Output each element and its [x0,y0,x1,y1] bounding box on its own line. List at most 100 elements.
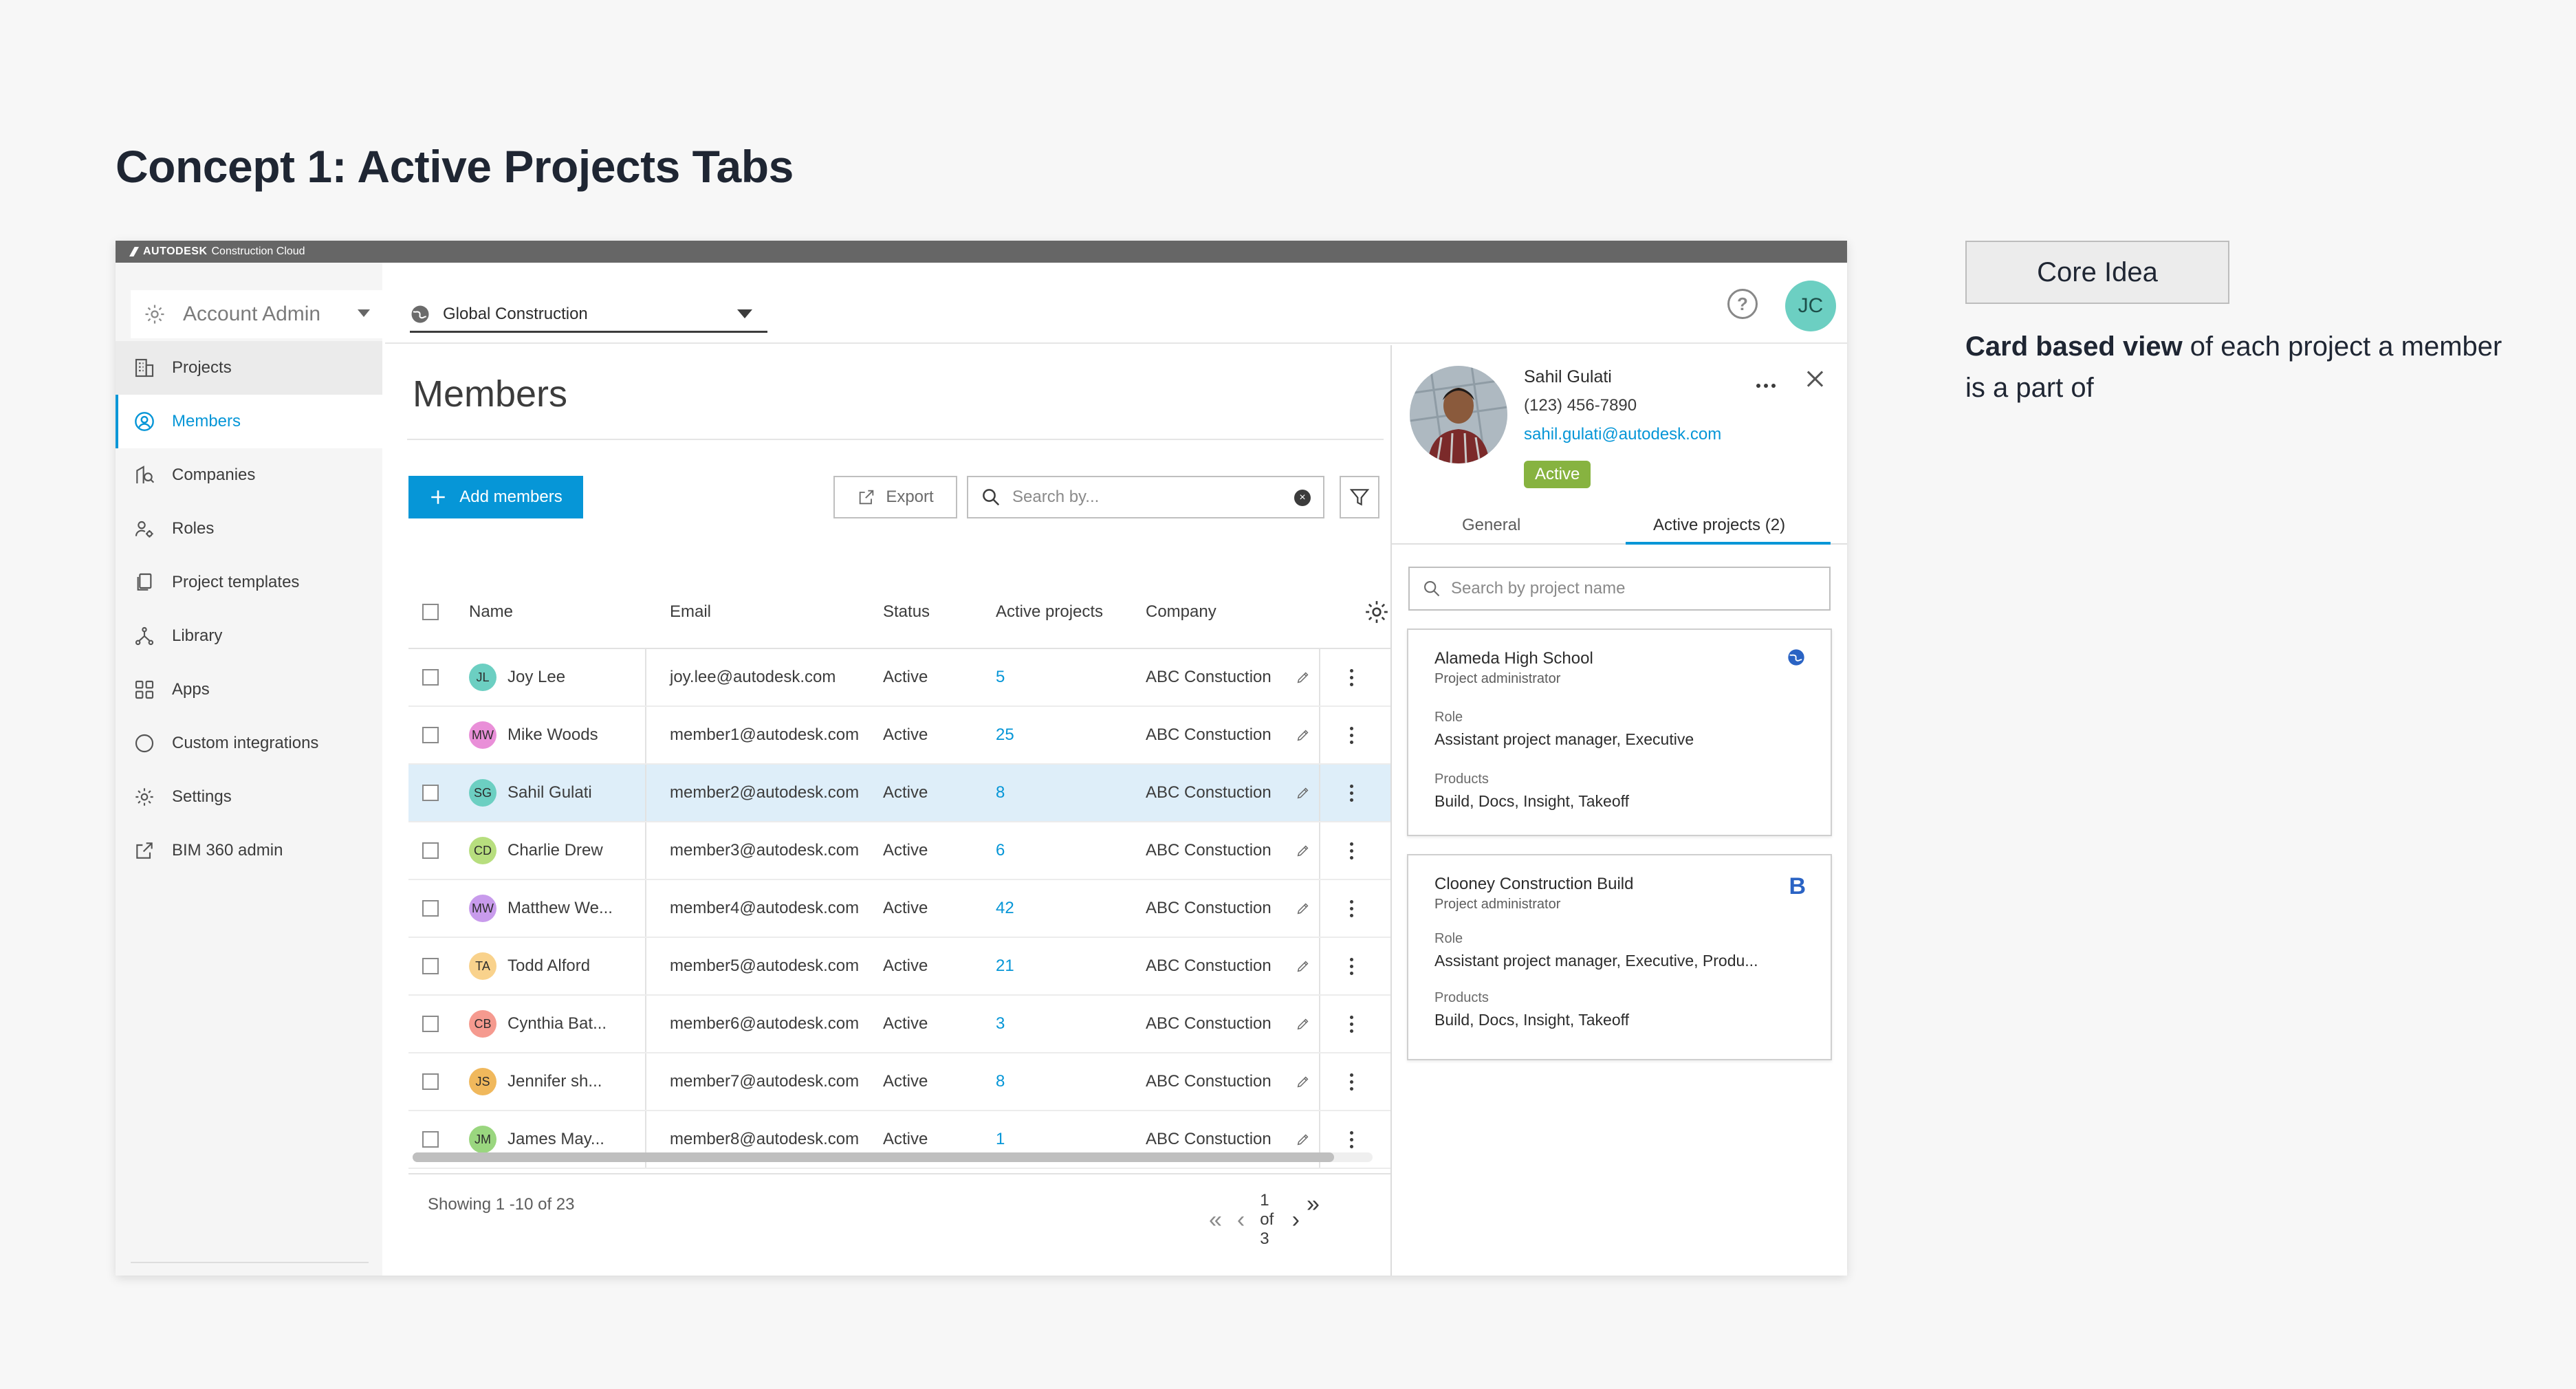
horizontal-scrollbar[interactable] [413,1152,1373,1162]
table-row[interactable]: MW Matthew We... member4@autodesk.com Activ… [408,880,1390,938]
active-projects-link[interactable]: 1 [996,1130,1146,1149]
member-name-cell[interactable]: Charlie Drew [507,841,603,860]
column-settings-icon[interactable] [1363,598,1390,629]
table-footer-divider [408,1173,1390,1174]
column-header-email[interactable]: Email [646,602,883,622]
row-more-icon[interactable] [1320,1073,1382,1091]
table-row[interactable]: JS Jennifer sh... member7@autodesk.com Acti… [408,1053,1390,1111]
row-checkbox[interactable] [422,1016,439,1032]
active-projects-link[interactable]: 42 [996,899,1146,918]
row-checkbox[interactable] [422,785,439,801]
row-checkbox[interactable] [422,900,439,917]
active-projects-link[interactable]: 8 [996,1072,1146,1091]
sidebar-item-project-templates[interactable]: Project templates [116,556,382,609]
row-more-icon[interactable] [1320,842,1382,860]
active-projects-link[interactable]: 25 [996,725,1146,745]
project-selector[interactable]: Global Construction [410,297,767,333]
member-initials-avatar: JS [469,1068,496,1095]
member-name-cell[interactable]: James May... [507,1130,604,1149]
active-projects-link[interactable]: 8 [996,783,1146,802]
table-row[interactable]: SG Sahil Gulati member2@autodesk.com Active… [408,765,1390,822]
sidebar-item-library[interactable]: Library [116,609,382,663]
row-more-icon[interactable] [1320,957,1382,975]
row-checkbox[interactable] [422,958,439,974]
table-row[interactable]: CB Cynthia Bat... member6@autodesk.com Acti… [408,996,1390,1053]
project-card[interactable]: Alameda High School Project administrato… [1407,628,1832,836]
member-name-cell[interactable]: Mike Woods [507,725,598,745]
column-header-name[interactable]: Name [452,576,646,648]
sidebar-item-roles[interactable]: Roles [116,502,382,556]
row-more-icon[interactable] [1320,784,1382,802]
project-card[interactable]: Clooney Construction Build Project admin… [1407,854,1832,1060]
active-projects-link[interactable]: 3 [996,1014,1146,1033]
row-more-icon[interactable] [1320,726,1382,744]
prev-page-icon[interactable]: ‹ [1237,1208,1245,1232]
member-status-cell: Active [883,725,928,744]
project-search-input[interactable] [1451,579,1822,598]
project-card-products-label: Products [1434,772,1489,787]
member-email-link[interactable]: sahil.gulati@autodesk.com [1524,425,1721,444]
edit-pencil-icon[interactable] [1296,785,1311,800]
row-checkbox[interactable] [422,842,439,859]
member-name-cell[interactable]: Sahil Gulati [507,783,592,802]
sidebar-item-apps[interactable]: Apps [116,663,382,717]
edit-pencil-icon[interactable] [1296,1016,1311,1031]
next-page-icon[interactable]: › [1292,1208,1300,1232]
table-row[interactable]: MW Mike Woods member1@autodesk.com Active 25… [408,707,1390,765]
sidebar-item-custom-integrations[interactable]: Custom integrations [116,717,382,770]
active-projects-link[interactable]: 6 [996,841,1146,860]
user-avatar[interactable]: JC [1785,281,1836,331]
table-row[interactable]: TA Todd Alford member5@autodesk.com Active 2… [408,938,1390,996]
clear-search-icon[interactable]: × [1294,490,1311,506]
row-checkbox[interactable] [422,1131,439,1148]
sidebar-item-bim-360-admin[interactable]: BIM 360 admin [116,824,382,877]
tab-active-projects[interactable]: Active projects (2) [1653,516,1785,535]
export-button[interactable]: Export [833,476,957,518]
help-icon[interactable]: ? [1727,289,1758,319]
scrollbar-thumb[interactable] [413,1152,1335,1162]
member-name-cell[interactable]: Jennifer sh... [507,1072,602,1091]
sidebar-item-members[interactable]: Members [116,395,382,448]
edit-pencil-icon[interactable] [1296,670,1311,685]
edit-pencil-icon[interactable] [1296,1132,1311,1147]
tab-general[interactable]: General [1462,516,1520,535]
active-projects-link[interactable]: 5 [996,668,1146,687]
add-members-button[interactable]: Add members [408,476,583,518]
row-checkbox[interactable] [422,669,439,686]
column-header-company[interactable]: Company [1146,576,1320,648]
core-idea-button[interactable]: Core Idea [1965,241,2229,304]
edit-pencil-icon[interactable] [1296,1074,1311,1089]
filter-button[interactable] [1340,476,1379,518]
sidebar-item-companies[interactable]: Companies [116,448,382,502]
row-more-icon[interactable] [1320,668,1382,686]
table-row[interactable]: CD Charlie Drew member3@autodesk.com Active… [408,822,1390,880]
edit-pencil-icon[interactable] [1296,959,1311,974]
account-switcher[interactable]: Account Admin [131,290,382,338]
table-row[interactable]: JL Joy Lee joy.lee@autodesk.com Active 5 ABC … [408,649,1390,707]
edit-pencil-icon[interactable] [1296,728,1311,743]
row-more-icon[interactable] [1320,1130,1382,1148]
member-name-cell[interactable]: Cynthia Bat... [507,1014,607,1033]
row-more-icon[interactable] [1320,899,1382,917]
close-icon[interactable] [1804,369,1825,389]
sidebar-item-settings[interactable]: Settings [116,770,382,824]
last-page-icon[interactable]: » [1307,1191,1320,1218]
edit-pencil-icon[interactable] [1296,901,1311,916]
page-indicator: 1 of 3 [1260,1191,1274,1248]
select-all-checkbox[interactable] [422,604,439,620]
member-company-cell: ABC Constuction [1146,1014,1271,1033]
active-projects-link[interactable]: 21 [996,956,1146,976]
row-checkbox[interactable] [422,1073,439,1090]
sidebar-item-projects[interactable]: Projects [116,341,382,395]
column-header-status[interactable]: Status [883,602,996,622]
row-more-icon[interactable] [1320,1015,1382,1033]
first-page-icon[interactable]: « [1209,1208,1222,1232]
search-input[interactable] [1012,488,1280,507]
edit-pencil-icon[interactable] [1296,843,1311,858]
member-name-cell[interactable]: Matthew We... [507,899,613,918]
member-name-cell[interactable]: Todd Alford [507,956,590,976]
column-header-active-projects[interactable]: Active projects [996,602,1146,622]
more-options-icon[interactable] [1756,384,1776,388]
member-name-cell[interactable]: Joy Lee [507,668,565,687]
row-checkbox[interactable] [422,727,439,743]
